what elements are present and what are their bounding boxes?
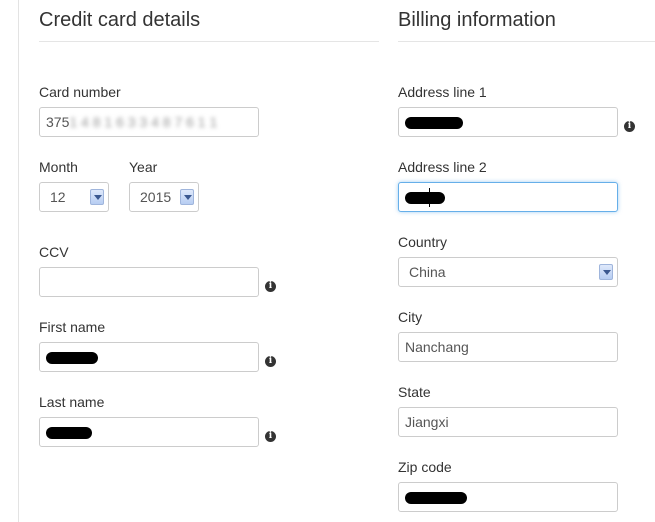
redacted-text: [46, 352, 98, 365]
ccv-input[interactable]: [39, 267, 259, 297]
card-number-label: Card number: [39, 84, 121, 100]
redacted-text: [405, 492, 467, 505]
info-icon[interactable]: i: [265, 281, 276, 292]
month-value: 12: [50, 189, 66, 205]
chevron-down-icon: [180, 189, 194, 205]
address2-input[interactable]: [398, 182, 618, 212]
address2-label: Address line 2: [398, 159, 487, 175]
card-number-masked: 1 4 8 1 6 3 3 4 8 7 6 1 1: [69, 114, 218, 130]
last-name-label: Last name: [39, 394, 105, 410]
credit-card-heading: Credit card details: [39, 9, 201, 31]
left-border: [18, 0, 19, 522]
divider: [398, 41, 655, 42]
month-select[interactable]: 12: [39, 182, 109, 212]
month-label: Month: [39, 159, 78, 175]
address1-input[interactable]: [398, 107, 618, 137]
country-select[interactable]: China: [398, 257, 618, 287]
info-icon[interactable]: i: [624, 121, 635, 132]
country-value: China: [409, 264, 446, 280]
year-label: Year: [129, 159, 158, 175]
billing-heading: Billing information: [398, 9, 556, 31]
address1-label: Address line 1: [398, 84, 487, 100]
state-label: State: [398, 384, 431, 400]
chevron-down-icon: [599, 264, 613, 280]
last-name-input[interactable]: [39, 417, 259, 447]
state-input[interactable]: Jiangxi: [398, 407, 618, 437]
first-name-input[interactable]: [39, 342, 259, 372]
info-icon[interactable]: i: [265, 356, 276, 367]
redacted-text: [405, 117, 463, 130]
info-icon[interactable]: i: [265, 431, 276, 442]
chevron-down-icon: [90, 189, 104, 205]
redacted-text: [46, 427, 92, 440]
country-label: Country: [398, 234, 448, 250]
ccv-label: CCV: [39, 244, 69, 260]
card-number-input[interactable]: 3751 4 8 1 6 3 3 4 8 7 6 1 1: [39, 107, 259, 137]
city-label: City: [398, 309, 423, 325]
text-cursor: [429, 188, 430, 207]
zip-label: Zip code: [398, 459, 452, 475]
card-number-prefix: 375: [46, 114, 70, 130]
divider: [39, 41, 379, 42]
city-input[interactable]: Nanchang: [398, 332, 618, 362]
zip-input[interactable]: [398, 482, 618, 512]
first-name-label: First name: [39, 319, 106, 335]
year-value: 2015: [140, 189, 172, 205]
redacted-text: [405, 192, 445, 205]
year-select[interactable]: 2015: [129, 182, 199, 212]
